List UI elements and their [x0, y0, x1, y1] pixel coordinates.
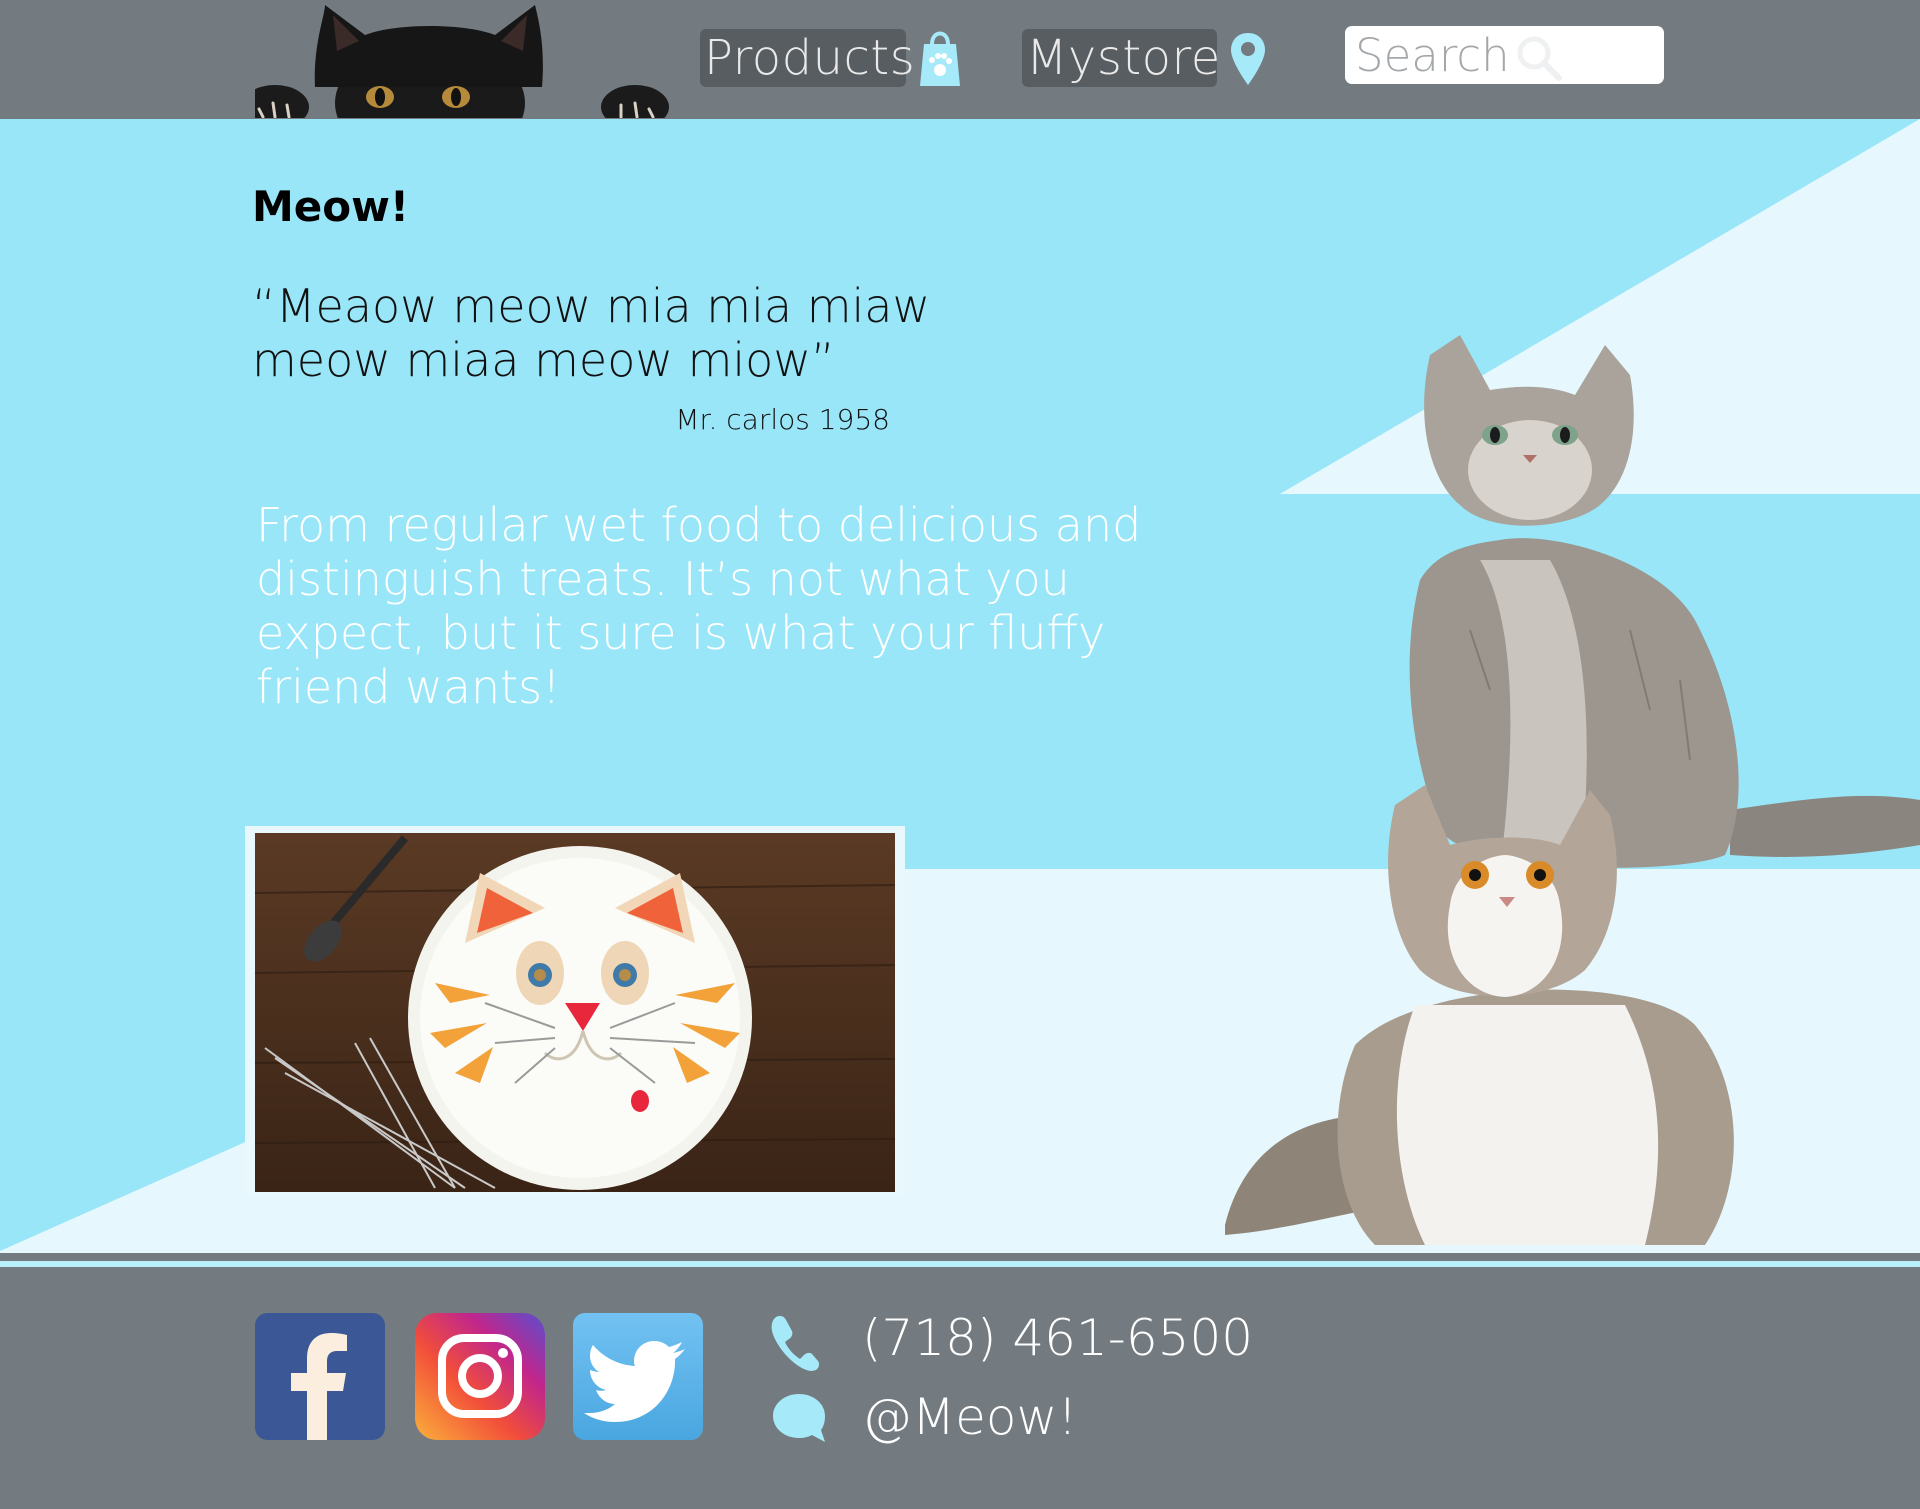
map-pin-icon[interactable] [1229, 31, 1267, 87]
quote-attribution: Mr. carlos 1958 [675, 403, 890, 436]
search-box [1345, 26, 1664, 84]
nav-products-button[interactable]: Products [700, 29, 915, 87]
search-icon[interactable] [1515, 34, 1563, 82]
white-grey-cat-photo [1225, 785, 1734, 1245]
facebook-icon[interactable] [255, 1313, 385, 1440]
instagram-icon[interactable] [415, 1313, 545, 1440]
social-handle[interactable]: @Meow! [862, 1388, 1077, 1446]
page-title: Meow! [252, 182, 410, 231]
hero-description: From regular wet food to delicious and d… [256, 498, 1142, 714]
nav-mystore-button[interactable]: Mystore [1022, 29, 1220, 87]
cat-face-cake-photo [255, 833, 895, 1192]
hero-quote: “Meaow meow mia mia miaw meow miaa meow … [252, 279, 931, 387]
phone-icon[interactable] [768, 1313, 820, 1371]
cat-logo-icon[interactable] [255, 5, 670, 119]
chat-bubble-icon[interactable] [771, 1392, 827, 1444]
footer-divider [0, 1253, 1920, 1261]
phone-number[interactable]: (718) 461-6500 [862, 1309, 1253, 1367]
shopping-bag-icon[interactable] [919, 26, 961, 88]
search-input[interactable] [1345, 26, 1664, 84]
twitter-icon[interactable] [573, 1313, 703, 1440]
